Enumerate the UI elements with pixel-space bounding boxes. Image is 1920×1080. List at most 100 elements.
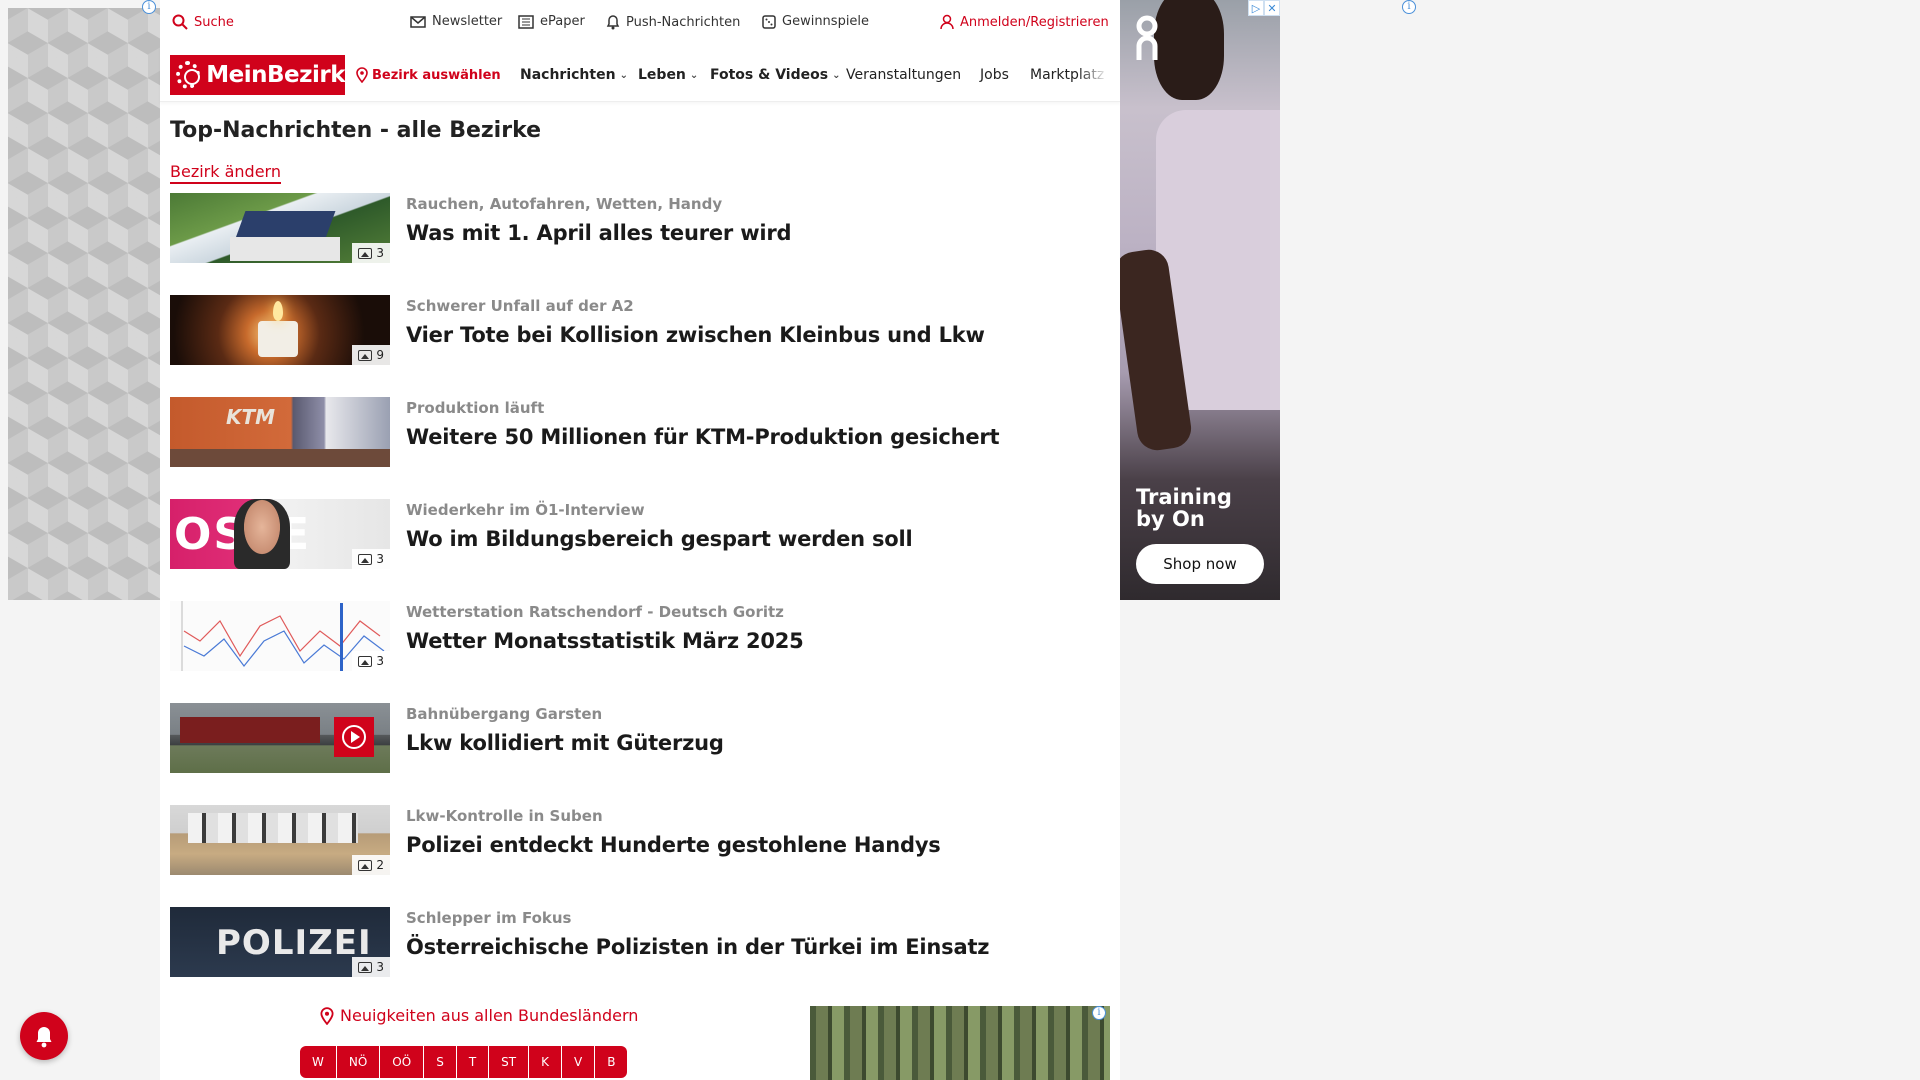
news-headline[interactable]: Lkw kollidiert mit Güterzug	[406, 731, 724, 755]
nav-item-label: Jobs	[980, 67, 1009, 83]
news-kicker: Wiederkehr im Ö1-Interview	[406, 501, 645, 519]
newsletter-link[interactable]: Newsletter	[410, 14, 502, 29]
ad-head-shape	[1154, 0, 1224, 100]
news-item[interactable]: 3 Rauchen, Autofahren, Wetten, Handy Was…	[170, 193, 1110, 265]
news-headline[interactable]: Weitere 50 Millionen für KTM-Produktion …	[406, 425, 1000, 449]
state-button-st[interactable]: ST	[489, 1046, 530, 1078]
nav-item-label: Fotos & Videos	[710, 67, 829, 83]
user-icon	[940, 14, 954, 30]
meinbezirk-logo[interactable]: MeinBezirk	[170, 55, 345, 95]
gallery-icon	[358, 247, 373, 259]
thumb-train-shape	[180, 717, 320, 743]
adchoices[interactable]: ▷ ✕	[1248, 0, 1280, 16]
gallery-count-badge: 2	[352, 855, 390, 875]
nav-item-label: Nachrichten	[520, 67, 616, 83]
state-button-t[interactable]: T	[456, 1046, 490, 1078]
nav-item-nachrichten[interactable]: Nachrichten ⌄	[520, 67, 628, 83]
news-headline[interactable]: Österreichische Polizisten in der Türkei…	[406, 935, 990, 959]
logo-sun-icon	[176, 61, 201, 89]
news-headline[interactable]: Polizei entdeckt Hunderte gestohlene Han…	[406, 833, 941, 857]
location-pin-icon	[320, 1006, 334, 1025]
utility-bar: Suche Newsletter ePaper Push-Nachrichten…	[160, 0, 1120, 46]
video-play-button[interactable]	[334, 717, 374, 757]
left-skyscraper-ad[interactable]	[8, 8, 160, 600]
thumb-wall-shape	[230, 237, 340, 261]
state-button-s[interactable]: S	[424, 1046, 457, 1078]
bell-icon	[606, 15, 620, 30]
news-headline[interactable]: Wo im Bildungsbereich gespart werden sol…	[406, 527, 913, 551]
news-thumbnail[interactable]: OSTE 3	[170, 499, 390, 569]
news-item[interactable]: 3 Wetterstation Ratschendorf - Deutsch G…	[170, 601, 1110, 673]
news-headline[interactable]: Wetter Monatsstatistik März 2025	[406, 629, 804, 653]
nav-item-leben[interactable]: Leben ⌄	[638, 67, 698, 83]
state-buttons: W NÖ OÖ S T ST K V B	[300, 1046, 628, 1078]
news-item[interactable]: 9 Schwerer Unfall auf der A2 Vier Tote b…	[170, 295, 1110, 367]
main-column: Suche Newsletter ePaper Push-Nachrichten…	[160, 0, 1120, 1080]
state-button-ooe[interactable]: OÖ	[380, 1046, 425, 1078]
news-kicker: Wetterstation Ratschendorf - Deutsch Gor…	[406, 603, 784, 621]
gallery-icon	[358, 553, 373, 565]
news-kicker: Lkw-Kontrolle in Suben	[406, 807, 603, 825]
gallery-count: 3	[376, 246, 384, 260]
thumb-police-text: POLIZEI	[216, 923, 372, 963]
bundeslaender-label: Neuigkeiten aus allen Bundesländern	[340, 1006, 639, 1025]
page-title: Top-Nachrichten - alle Bezirke	[170, 118, 542, 143]
gallery-count-badge: 3	[352, 243, 390, 263]
forest-ad[interactable]	[810, 1006, 1110, 1080]
state-button-b[interactable]: B	[595, 1046, 628, 1078]
news-kicker: Schlepper im Fokus	[406, 909, 572, 927]
gallery-count: 3	[376, 654, 384, 668]
news-thumbnail[interactable]	[170, 703, 390, 773]
epaper-label: ePaper	[540, 14, 585, 29]
state-button-v[interactable]: V	[561, 1046, 596, 1078]
news-headline[interactable]: Was mit 1. April alles teurer wird	[406, 221, 792, 245]
news-thumbnail[interactable]: 3	[170, 601, 390, 671]
ad-info-icon[interactable]: i	[1402, 0, 1416, 14]
login-link[interactable]: Anmelden/Registrieren	[940, 14, 1109, 30]
change-district-link[interactable]: Bezirk ändern	[170, 162, 281, 184]
close-icon[interactable]: ✕	[1264, 0, 1280, 16]
right-skyscraper-ad[interactable]: Training by On Shop now ▷ ✕	[1120, 0, 1280, 600]
nav-item-jobs[interactable]: Jobs	[980, 67, 1009, 83]
epaper-link[interactable]: ePaper	[518, 14, 585, 29]
gallery-count-badge: 3	[352, 549, 390, 569]
push-notification-button[interactable]	[20, 1012, 68, 1060]
news-thumbnail[interactable]: 2	[170, 805, 390, 875]
news-kicker: Rauchen, Autofahren, Wetten, Handy	[406, 195, 723, 213]
thumb-ktm-sign: KTM	[226, 405, 276, 429]
chevron-down-icon: ⌄	[689, 69, 699, 81]
news-thumbnail[interactable]: POLIZEI 3	[170, 907, 390, 977]
bundeslaender-link[interactable]: Neuigkeiten aus allen Bundesländern	[320, 1006, 638, 1025]
state-button-k[interactable]: K	[529, 1046, 562, 1078]
nav-item-fotos-videos[interactable]: Fotos & Videos ⌄	[710, 67, 840, 83]
state-button-w[interactable]: W	[300, 1046, 337, 1078]
state-button-noe[interactable]: NÖ	[336, 1046, 381, 1078]
news-headline[interactable]: Vier Tote bei Kollision zwischen Kleinbu…	[406, 323, 985, 347]
nav-item-veranstaltungen[interactable]: Veranstaltungen	[846, 67, 961, 83]
news-thumbnail[interactable]: KTM	[170, 397, 390, 467]
news-thumbnail[interactable]: 9	[170, 295, 390, 365]
thumb-boxes-shape	[188, 813, 358, 843]
gallery-count: 9	[376, 348, 384, 362]
push-link[interactable]: Push-Nachrichten	[606, 14, 740, 30]
on-logo-icon	[1136, 15, 1158, 60]
gewinnspiele-link[interactable]: Gewinnspiele	[762, 14, 869, 29]
ad-info-icon[interactable]: i	[1092, 1006, 1106, 1020]
adchoices-play-icon[interactable]: ▷	[1248, 0, 1264, 16]
news-item[interactable]: OSTE 3 Wiederkehr im Ö1-Interview Wo im …	[170, 499, 1110, 571]
news-item[interactable]: POLIZEI 3 Schlepper im Fokus Österreichi…	[170, 907, 1110, 979]
news-item[interactable]: Bahnübergang Garsten Lkw kollidiert mit …	[170, 703, 1110, 775]
shop-now-button[interactable]: Shop now	[1136, 544, 1264, 584]
search-icon	[172, 14, 188, 30]
news-thumbnail[interactable]: 3	[170, 193, 390, 263]
gallery-count-badge: 3	[352, 957, 390, 977]
news-kicker: Schwerer Unfall auf der A2	[406, 297, 634, 315]
district-select[interactable]: Bezirk auswählen	[356, 67, 501, 83]
news-kicker: Bahnübergang Garsten	[406, 705, 603, 723]
search-link[interactable]: Suche	[172, 14, 234, 30]
news-item[interactable]: KTM Produktion läuft Weitere 50 Millione…	[170, 397, 1110, 469]
gallery-count: 3	[376, 960, 384, 974]
news-item[interactable]: 2 Lkw-Kontrolle in Suben Polizei entdeck…	[170, 805, 1110, 877]
ad-info-icon[interactable]: i	[142, 0, 156, 14]
logo-text: MeinBezirk	[206, 62, 345, 88]
